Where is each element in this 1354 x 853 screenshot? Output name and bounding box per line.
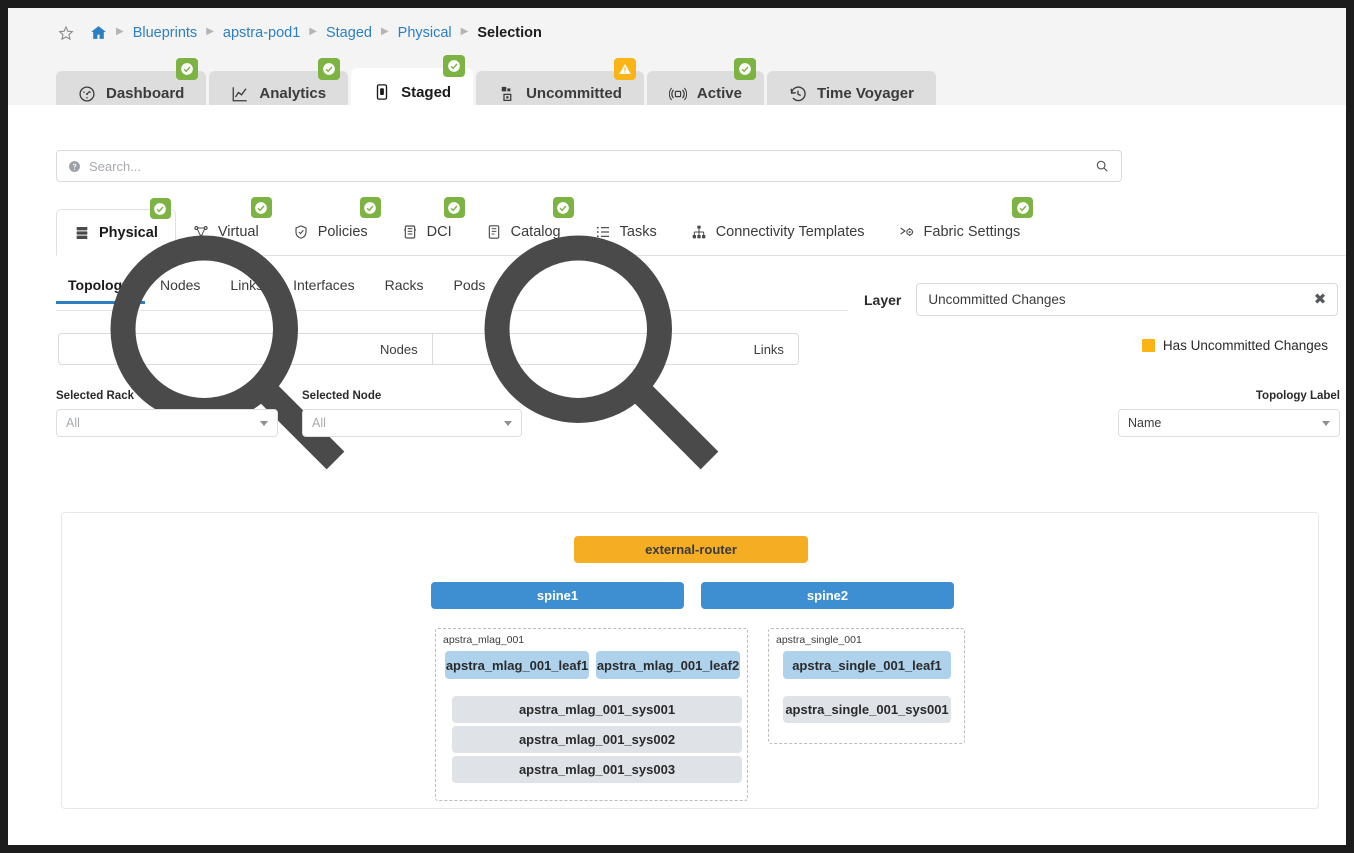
search-icon[interactable]	[1095, 159, 1109, 173]
breadcrumb: ▶ Blueprints ▶ apstra-pod1 ▶ Staged ▶ Physical ▶…	[58, 24, 542, 41]
breadcrumb-item-blueprints[interactable]: Blueprints	[133, 25, 197, 41]
breadcrumb-separator: ▶	[381, 26, 389, 37]
selected-rack-select[interactable]: All	[56, 409, 278, 437]
line-chart-icon	[231, 85, 249, 103]
search-links-button[interactable]: Links	[433, 333, 799, 365]
topology-rack-apstra-mlag-001[interactable]: apstra_mlag_001apstra_mlag_001_leaf1apst…	[435, 628, 748, 801]
topology-node-apstra-mlag-001-leaf2[interactable]: apstra_mlag_001_leaf2	[596, 651, 740, 679]
chevron-down-icon	[1322, 421, 1330, 426]
check-badge-icon	[1012, 197, 1033, 218]
topology-search-buttons: Nodes Links	[58, 333, 799, 365]
selected-node-label: Selected Node	[302, 390, 522, 402]
legend-swatch	[1142, 339, 1155, 352]
topology-node-external-router[interactable]: external-router	[574, 536, 808, 563]
secondary-tab-fabric-settings[interactable]: Fabric Settings	[882, 209, 1038, 255]
breadcrumb-separator: ▶	[116, 26, 124, 37]
primary-tab-label: Time Voyager	[817, 85, 914, 102]
topology-node-apstra-mlag-001-sys003[interactable]: apstra_mlag_001_sys003	[452, 756, 742, 783]
breadcrumb-separator: ▶	[461, 26, 469, 37]
secondary-tab-label: Fabric Settings	[924, 224, 1021, 240]
layer-label: Layer	[864, 292, 901, 308]
search-icon	[73, 198, 373, 501]
tertiary-tab-racks[interactable]: Racks	[370, 277, 439, 304]
primary-tab-label: Active	[697, 85, 742, 102]
check-badge-icon	[443, 55, 465, 77]
selected-rack-filter: Selected Rack All	[56, 390, 278, 437]
check-badge-icon	[318, 58, 340, 80]
legend-label: Has Uncommitted Changes	[1163, 338, 1328, 353]
selected-rack-value: All	[66, 416, 80, 430]
primary-tab-label: Uncommitted	[526, 85, 622, 102]
selected-node-select[interactable]: All	[302, 409, 522, 437]
chevron-down-icon	[504, 421, 512, 426]
document-icon	[373, 83, 391, 101]
breadcrumb-item-apstra-pod1[interactable]: apstra-pod1	[223, 25, 300, 41]
topology-canvas: external-router spine1 spine2 apstra_mlag_0…	[61, 512, 1319, 809]
router-icon	[402, 224, 418, 240]
star-icon[interactable]	[58, 25, 74, 41]
close-icon[interactable]: ✖	[1314, 292, 1327, 307]
topology-rack-apstra-single-001[interactable]: apstra_single_001 apstra_single_001_leaf1…	[768, 628, 965, 744]
gauge-icon	[78, 85, 96, 103]
topology-label-filter: Topology Label Name	[1118, 390, 1340, 437]
topology-node-apstra-single-001-sys001[interactable]: apstra_single_001_sys001	[783, 696, 951, 723]
search-input[interactable]	[89, 159, 1095, 174]
stacked-box-icon	[498, 85, 516, 103]
main-content: PhysicalVirtualPoliciesDCICatalogTasksCo…	[8, 105, 1346, 845]
rack-title: apstra_mlag_001	[443, 634, 524, 646]
topology-node-apstra-mlag-001-sys002[interactable]: apstra_mlag_001_sys002	[452, 726, 742, 753]
layer-select[interactable]: Uncommitted Changes ✖	[916, 283, 1338, 316]
clock-rewind-icon	[789, 85, 807, 103]
breadcrumb-separator: ▶	[206, 26, 214, 37]
selected-node-value: All	[312, 416, 326, 430]
app-header: ▶ Blueprints ▶ apstra-pod1 ▶ Staged ▶ Physical ▶…	[8, 8, 1346, 105]
breadcrumb-item-physical[interactable]: Physical	[398, 25, 452, 41]
breadcrumb-separator: ▶	[309, 26, 317, 37]
topology-node-apstra-mlag-001-leaf1[interactable]: apstra_mlag_001_leaf1	[445, 651, 589, 679]
check-badge-icon	[176, 58, 198, 80]
primary-tab-label: Dashboard	[106, 85, 184, 102]
topology-label-label: Topology Label	[1118, 390, 1340, 402]
layer-selector-row: Layer Uncommitted Changes ✖	[864, 283, 1338, 316]
search-nodes-button[interactable]: Nodes	[58, 333, 433, 365]
app-window: ▶ Blueprints ▶ apstra-pod1 ▶ Staged ▶ Physical ▶…	[8, 8, 1346, 845]
selected-node-filter: Selected Node All	[302, 390, 522, 437]
selected-rack-label: Selected Rack	[56, 390, 278, 402]
breadcrumb-item-staged[interactable]: Staged	[326, 25, 372, 41]
search-button-label: Links	[754, 342, 784, 357]
topology-node-apstra-single-001-leaf1[interactable]: apstra_single_001_leaf1	[783, 651, 951, 679]
breadcrumb-item-selection: Selection	[477, 25, 541, 41]
help-circle-icon[interactable]	[68, 160, 81, 173]
layer-value: Uncommitted Changes	[928, 292, 1065, 307]
home-icon[interactable]	[90, 24, 107, 41]
topology-label-value: Name	[1128, 416, 1161, 430]
topology-node-spine2[interactable]: spine2	[701, 582, 954, 609]
rack-title: apstra_single_001	[776, 634, 862, 646]
topology-node-spine1[interactable]: spine1	[431, 582, 684, 609]
global-search-bar[interactable]	[56, 150, 1122, 182]
primary-tab-label: Analytics	[259, 85, 326, 102]
search-icon	[447, 198, 747, 501]
topology-node-apstra-mlag-001-sys001[interactable]: apstra_mlag_001_sys001	[452, 696, 742, 723]
chevron-down-icon	[260, 421, 268, 426]
check-badge-icon	[734, 58, 756, 80]
primary-tab-label: Staged	[401, 84, 451, 101]
search-button-label: Nodes	[380, 342, 418, 357]
topology-label-select[interactable]: Name	[1118, 409, 1340, 437]
warning-badge-icon	[614, 58, 636, 80]
broadcast-icon	[669, 85, 687, 103]
fabric-gear-icon	[899, 224, 915, 240]
legend-uncommitted-changes: Has Uncommitted Changes	[1142, 338, 1328, 353]
